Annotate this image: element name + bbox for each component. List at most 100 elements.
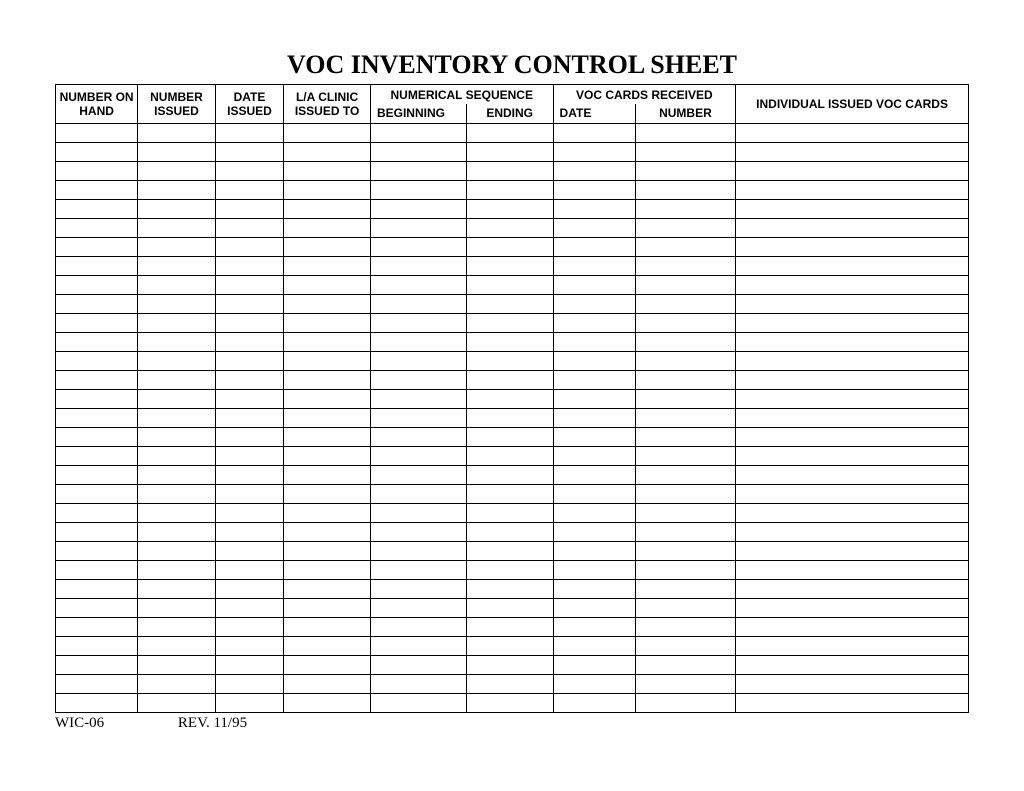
th-numerical-sequence-beginning: BEGINNING [370, 104, 466, 124]
table-row [56, 428, 969, 447]
table-cell [370, 390, 466, 409]
table-cell [736, 675, 969, 694]
table-cell [56, 447, 138, 466]
th-numerical-sequence-ending: ENDING [466, 104, 553, 124]
table-cell [284, 675, 371, 694]
table-cell [635, 276, 735, 295]
table-cell [466, 428, 553, 447]
table-row [56, 352, 969, 371]
table-cell [466, 181, 553, 200]
table-row [56, 238, 969, 257]
table-cell [138, 352, 216, 371]
form-id: WIC-06 [55, 715, 104, 732]
table-cell [635, 124, 735, 143]
table-cell [138, 504, 216, 523]
table-cell [370, 637, 466, 656]
table-cell [215, 656, 283, 675]
table-cell [56, 675, 138, 694]
table-cell [736, 181, 969, 200]
table-cell [635, 352, 735, 371]
table-cell [736, 580, 969, 599]
table-cell [635, 238, 735, 257]
table-cell [284, 390, 371, 409]
table-cell [284, 694, 371, 713]
table-cell [138, 561, 216, 580]
table-cell [736, 637, 969, 656]
table-cell [138, 257, 216, 276]
table-cell [466, 485, 553, 504]
table-cell [370, 599, 466, 618]
table-row [56, 523, 969, 542]
table-cell [736, 542, 969, 561]
table-cell [370, 162, 466, 181]
table-cell [215, 428, 283, 447]
table-cell [736, 314, 969, 333]
table-cell [553, 333, 635, 352]
table-cell [635, 371, 735, 390]
table-cell [466, 618, 553, 637]
table-cell [284, 200, 371, 219]
table-cell [56, 428, 138, 447]
table-cell [56, 314, 138, 333]
table-cell [138, 219, 216, 238]
table-cell [284, 428, 371, 447]
table-cell [736, 561, 969, 580]
table-cell [370, 618, 466, 637]
table-cell [736, 257, 969, 276]
table-cell [284, 561, 371, 580]
table-cell [56, 219, 138, 238]
table-cell [553, 694, 635, 713]
table-cell [635, 314, 735, 333]
table-cell [466, 314, 553, 333]
table-cell [736, 219, 969, 238]
table-cell [284, 409, 371, 428]
table-cell [553, 238, 635, 257]
table-cell [553, 561, 635, 580]
table-cell [284, 542, 371, 561]
table-cell [736, 694, 969, 713]
table-cell [284, 447, 371, 466]
table-row [56, 637, 969, 656]
table-cell [553, 352, 635, 371]
table-cell [215, 523, 283, 542]
table-cell [736, 390, 969, 409]
table-cell [284, 580, 371, 599]
table-cell [635, 181, 735, 200]
table-cell [56, 276, 138, 295]
table-cell [284, 295, 371, 314]
table-cell [138, 618, 216, 637]
table-cell [138, 181, 216, 200]
table-cell [138, 162, 216, 181]
table-cell [635, 694, 735, 713]
table-cell [553, 618, 635, 637]
table-cell [370, 447, 466, 466]
table-cell [466, 200, 553, 219]
inventory-table: NUMBER ON HAND NUMBER ISSUED DATE ISSUED… [55, 84, 969, 713]
table-cell [215, 333, 283, 352]
table-cell [553, 276, 635, 295]
table-cell [138, 124, 216, 143]
table-cell [635, 162, 735, 181]
table-cell [635, 428, 735, 447]
table-cell [56, 257, 138, 276]
table-cell [466, 599, 553, 618]
page-footer: WIC-06 REV. 11/95 [55, 715, 969, 732]
table-cell [553, 428, 635, 447]
table-cell [635, 466, 735, 485]
table-row [56, 200, 969, 219]
table-cell [215, 314, 283, 333]
table-cell [56, 181, 138, 200]
table-cell [635, 580, 735, 599]
table-row [56, 333, 969, 352]
table-cell [466, 276, 553, 295]
table-cell [370, 675, 466, 694]
table-cell [138, 656, 216, 675]
table-cell [553, 542, 635, 561]
table-cell [736, 466, 969, 485]
table-cell [215, 200, 283, 219]
table-cell [370, 181, 466, 200]
table-cell [215, 504, 283, 523]
table-cell [635, 333, 735, 352]
table-cell [466, 409, 553, 428]
table-cell [466, 637, 553, 656]
